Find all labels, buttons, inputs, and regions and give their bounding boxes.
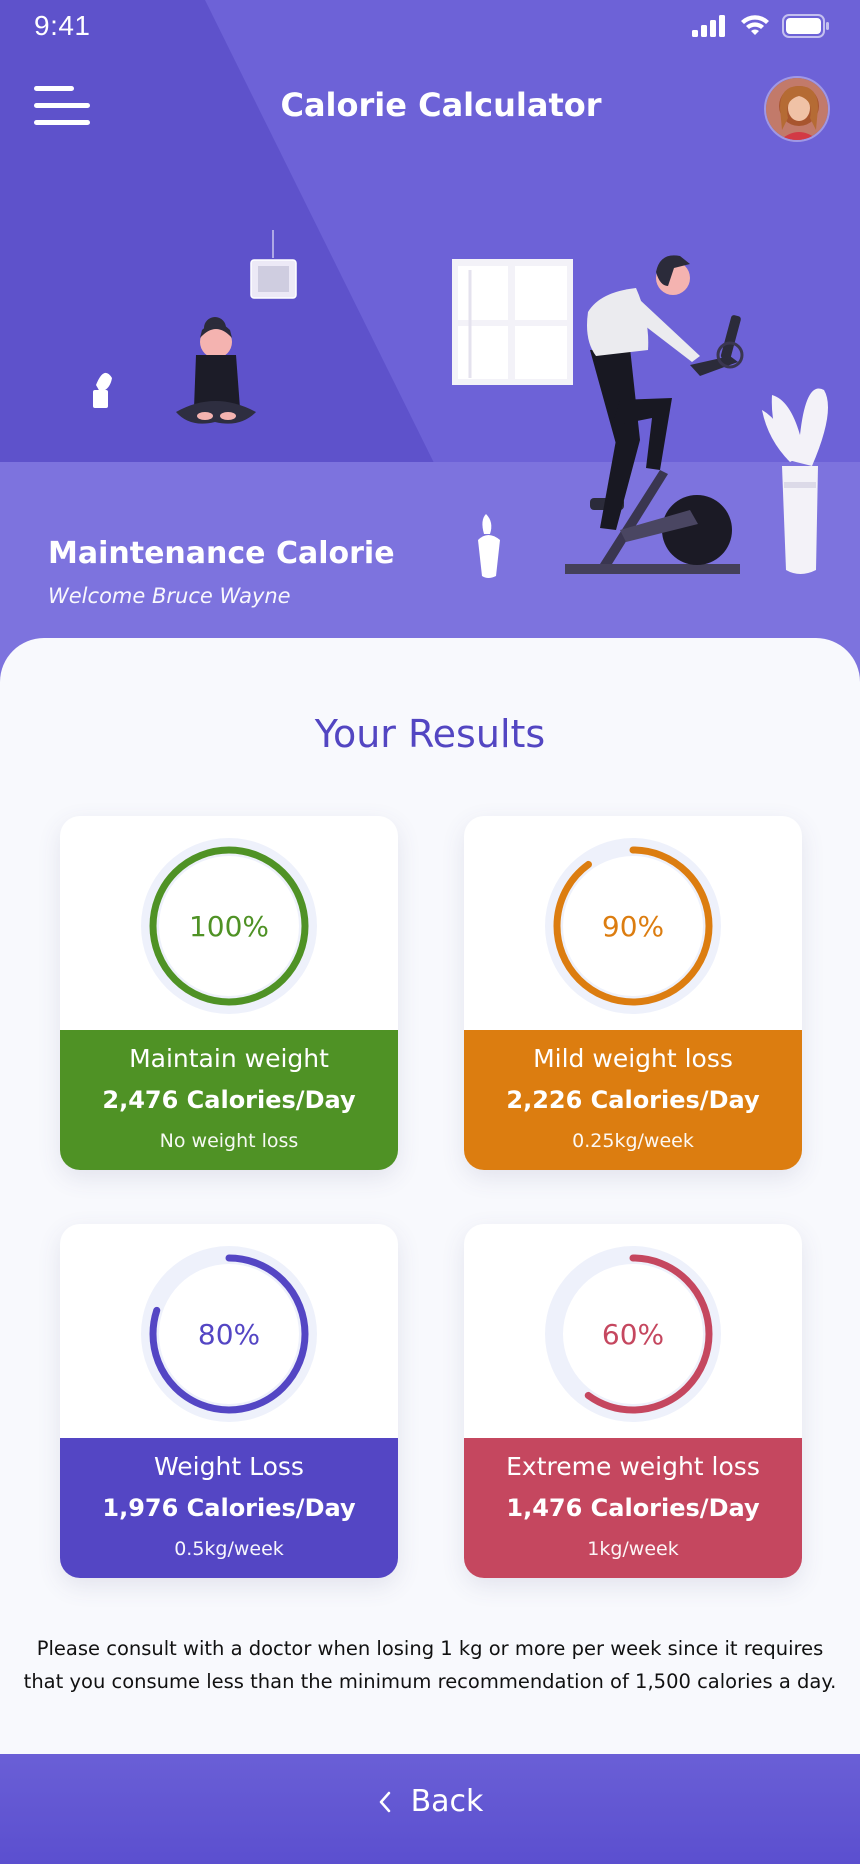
app-header: Calorie Calculator xyxy=(0,72,860,142)
result-card-weight-loss[interactable]: 80% Weight Loss 1,976 Calories/Day 0.5kg… xyxy=(60,1224,398,1578)
back-button[interactable]: Back xyxy=(0,1754,860,1864)
card-label: Maintain weight xyxy=(129,1044,329,1073)
signal-icon xyxy=(692,15,725,37)
progress-ring: 60% xyxy=(543,1244,723,1424)
result-card-maintain[interactable]: 100% Maintain weight 2,476 Calories/Day … xyxy=(60,816,398,1170)
progress-percent: 100% xyxy=(188,909,270,943)
progress-ring: 100% xyxy=(139,836,319,1016)
card-info-band: Mild weight loss 2,226 Calories/Day 0.25… xyxy=(464,1030,802,1170)
card-info-band: Weight Loss 1,976 Calories/Day 0.5kg/wee… xyxy=(60,1438,398,1578)
hero-banner: 9:41 Calorie Calculator Maintenance Calo… xyxy=(0,0,860,700)
user-avatar[interactable] xyxy=(764,76,830,142)
small-plant-center-icon xyxy=(478,514,500,578)
battery-icon xyxy=(782,14,829,38)
results-title: Your Results xyxy=(314,712,546,756)
card-calories: 2,226 Calories/Day xyxy=(506,1086,760,1114)
progress-percent: 90% xyxy=(601,909,665,943)
progress-percent: 80% xyxy=(197,1317,261,1351)
results-sheet xyxy=(0,638,860,1754)
card-note: No weight loss xyxy=(159,1130,299,1152)
card-calories: 1,976 Calories/Day xyxy=(102,1494,356,1522)
card-info-band: Maintain weight 2,476 Calories/Day No we… xyxy=(60,1030,398,1170)
wifi-icon xyxy=(741,15,769,35)
wall-frame-icon xyxy=(250,230,297,299)
card-note: 0.25kg/week xyxy=(572,1130,694,1152)
big-plant-right-icon xyxy=(762,388,828,574)
card-label: Extreme weight loss xyxy=(506,1452,760,1481)
card-calories: 1,476 Calories/Day xyxy=(506,1494,760,1522)
stationary-bike-rider-figure xyxy=(565,255,744,574)
card-label: Mild weight loss xyxy=(533,1044,733,1073)
meditating-woman-figure xyxy=(176,317,256,424)
avatar-image xyxy=(766,78,828,140)
card-note: 1kg/week xyxy=(587,1538,679,1560)
welcome-message: Welcome Bruce Wayne xyxy=(48,584,291,608)
status-icons xyxy=(692,14,830,38)
doctor-disclaimer: Please consult with a doctor when losing… xyxy=(23,1637,837,1693)
back-button-label: Back xyxy=(410,1784,484,1819)
hero-title: Maintenance Calorie xyxy=(48,536,395,571)
card-label: Weight Loss xyxy=(154,1452,304,1481)
progress-ring: 80% xyxy=(139,1244,319,1424)
result-card-mild-loss[interactable]: 90% Mild weight loss 2,226 Calories/Day … xyxy=(464,816,802,1170)
window-icon xyxy=(452,259,573,385)
small-plant-left-icon xyxy=(93,372,112,408)
progress-ring: 90% xyxy=(543,836,723,1016)
chevron-left-icon xyxy=(379,1791,390,1812)
status-bar: 9:41 xyxy=(0,0,860,56)
back-button-content: Back xyxy=(0,1784,860,1819)
status-time: 9:41 xyxy=(34,10,91,41)
card-info-band: Extreme weight loss 1,476 Calories/Day 1… xyxy=(464,1438,802,1578)
card-note: 0.5kg/week xyxy=(174,1538,284,1560)
progress-percent: 60% xyxy=(601,1317,665,1351)
result-card-extreme-loss[interactable]: 60% Extreme weight loss 1,476 Calories/D… xyxy=(464,1224,802,1578)
app-title: Calorie Calculator xyxy=(280,86,602,124)
card-calories: 2,476 Calories/Day xyxy=(102,1086,356,1114)
